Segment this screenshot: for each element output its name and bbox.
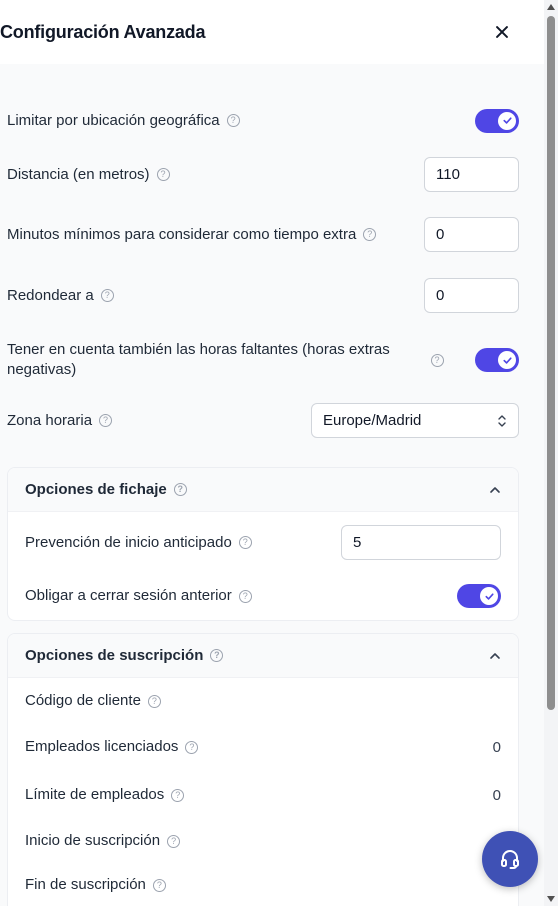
distance-input[interactable]: 110 <box>424 157 519 192</box>
chevron-up-icon[interactable] <box>489 650 501 662</box>
round-to-label: Redondear a ? <box>7 286 114 306</box>
subscription-row: Límite de empleados ? 0 <box>25 784 501 806</box>
subscription-row: Código de cliente ? <box>25 690 501 712</box>
page-title: Configuración Avanzada <box>0 21 206 42</box>
force-logout-label: Obligar a cerrar sesión anterior ? <box>25 586 252 606</box>
support-chat-button[interactable] <box>482 831 538 887</box>
distance-label: Distancia (en metros) ? <box>7 165 170 185</box>
clock-options-card: Opciones de fichaje ? Prevención de inic… <box>7 467 519 621</box>
subscription-end-label: Fin de suscripción ? <box>25 875 166 895</box>
help-icon[interactable]: ? <box>363 228 377 241</box>
timezone-select[interactable]: Europe/Madrid <box>311 403 519 438</box>
min-minutes-label: Minutos mínimos para considerar como tie… <box>7 225 377 245</box>
round-to-row: Redondear a ? 0 <box>7 278 519 313</box>
licensed-employees-value: 0 <box>492 738 501 756</box>
subscription-row: Inicio de suscripción ? <box>25 830 501 852</box>
help-icon[interactable]: ? <box>147 694 161 708</box>
subscription-row: Empleados licenciados ? 0 <box>25 736 501 758</box>
missing-hours-label: Tener en cuenta también las horas faltan… <box>7 341 390 378</box>
licensed-employees-label: Empleados licenciados ? <box>25 737 199 757</box>
round-to-input[interactable]: 0 <box>424 278 519 313</box>
help-icon[interactable]: ? <box>100 289 114 302</box>
client-code-label: Código de cliente ? <box>25 691 161 711</box>
select-arrows-icon <box>498 414 506 427</box>
geo-limit-row: Limitar por ubicación geográfica ? <box>7 108 519 133</box>
subscription-card: Opciones de suscripción ? Código de clie… <box>7 633 519 906</box>
help-icon[interactable]: ? <box>238 536 252 549</box>
geo-limit-toggle[interactable] <box>475 108 519 133</box>
subscription-row: Fin de suscripción ? <box>25 874 501 896</box>
scrollbar[interactable] <box>544 0 558 906</box>
help-icon[interactable]: ? <box>152 878 166 892</box>
help-icon[interactable]: ? <box>173 483 187 496</box>
help-icon[interactable]: ? <box>99 414 113 427</box>
scrollbar-thumb[interactable] <box>547 16 555 710</box>
help-icon[interactable]: ? <box>185 740 199 754</box>
early-start-label: Prevención de inicio anticipado ? <box>25 533 252 553</box>
employee-limit-value: 0 <box>492 786 501 804</box>
help-icon[interactable]: ? <box>430 353 444 367</box>
help-icon[interactable]: ? <box>226 114 240 127</box>
dialog-header: Configuración Avanzada <box>0 0 544 64</box>
distance-row: Distancia (en metros) ? 110 <box>7 157 519 192</box>
early-start-row: Prevención de inicio anticipado ? 5 <box>25 525 501 560</box>
help-icon[interactable]: ? <box>210 649 224 662</box>
missing-hours-toggle[interactable] <box>475 348 519 372</box>
geo-limit-label: Limitar por ubicación geográfica ? <box>7 111 240 131</box>
subscription-start-label: Inicio de suscripción ? <box>25 831 181 851</box>
headset-icon <box>501 850 519 869</box>
scroll-up-icon[interactable] <box>547 4 555 10</box>
help-icon[interactable]: ? <box>167 834 181 848</box>
help-icon[interactable]: ? <box>171 788 185 802</box>
force-logout-toggle[interactable] <box>457 584 501 608</box>
help-icon[interactable]: ? <box>238 589 252 603</box>
subscription-header[interactable]: Opciones de suscripción ? <box>8 634 518 678</box>
check-icon <box>484 592 494 600</box>
settings-content: Limitar por ubicación geográfica ? Dista… <box>0 64 544 906</box>
scroll-down-icon[interactable] <box>547 896 555 902</box>
clock-options-header[interactable]: Opciones de fichaje ? <box>8 468 518 512</box>
help-icon[interactable]: ? <box>156 168 170 181</box>
check-icon <box>502 117 512 124</box>
check-icon <box>502 356 512 364</box>
timezone-label: Zona horaria ? <box>7 411 113 431</box>
clock-options-title: Opciones de fichaje ? <box>25 481 187 498</box>
timezone-row: Zona horaria ? Europe/Madrid <box>7 403 519 438</box>
early-start-input[interactable]: 5 <box>341 525 501 560</box>
min-minutes-row: Minutos mínimos para considerar como tie… <box>7 217 519 252</box>
force-logout-row: Obligar a cerrar sesión anterior ? <box>25 583 501 609</box>
close-icon[interactable] <box>490 20 514 44</box>
missing-hours-row: Tener en cuenta también las horas faltan… <box>7 340 519 380</box>
employee-limit-label: Límite de empleados ? <box>25 785 185 805</box>
subscription-title: Opciones de suscripción ? <box>25 647 224 664</box>
min-minutes-input[interactable]: 0 <box>424 217 519 252</box>
chevron-up-icon[interactable] <box>489 484 501 496</box>
